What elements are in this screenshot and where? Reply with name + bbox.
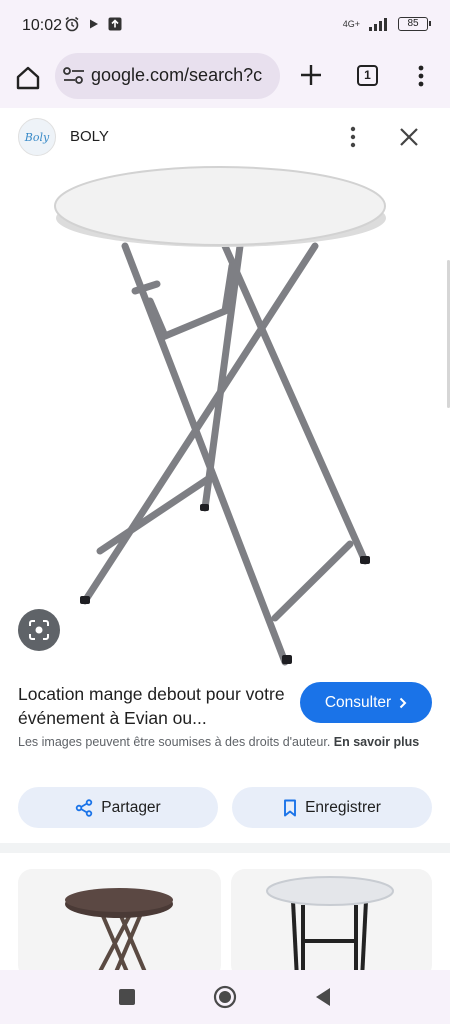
alarm-icon: [65, 16, 79, 32]
source-logo-text: Boly: [24, 130, 50, 144]
copyright-notice: Les images peuvent être soumises à des d…: [18, 733, 430, 751]
share-icon: [76, 798, 93, 817]
consult-button[interactable]: Consulter: [300, 682, 432, 723]
image-viewer-header: Boly BOLY: [0, 108, 450, 166]
bookmark-icon: [284, 799, 297, 816]
product-image[interactable]: [0, 166, 450, 672]
save-button[interactable]: Enregistrer: [232, 787, 432, 828]
more-vert-icon[interactable]: [345, 125, 361, 149]
more-vert-icon[interactable]: [413, 64, 429, 88]
network-type: 4G+: [342, 18, 360, 29]
section-divider: [0, 843, 450, 853]
lens-icon: [29, 620, 49, 640]
close-icon[interactable]: [397, 125, 421, 149]
table-illustration: [54, 166, 386, 666]
status-bar: 10:02 4G+ 85: [0, 0, 450, 52]
save-label: Enregistrer: [305, 798, 381, 816]
tabs-icon[interactable]: 1: [357, 65, 378, 86]
source-name[interactable]: BOLY: [70, 128, 109, 145]
source-logo[interactable]: Boly: [18, 118, 56, 156]
related-table-image: [65, 888, 173, 979]
copyright-text: Les images peuvent être soumises à des d…: [18, 735, 331, 749]
share-label: Partager: [101, 798, 161, 816]
system-nav-bar: [0, 970, 450, 1024]
consult-label: Consulter: [324, 693, 392, 711]
recents-icon[interactable]: [119, 989, 135, 1005]
battery-level: 85: [407, 18, 419, 29]
tab-count: 1: [364, 68, 371, 82]
status-time: 10:02: [22, 17, 63, 34]
play-icon: [90, 19, 98, 29]
related-image-card[interactable]: [231, 869, 432, 979]
chevron-right-icon: [399, 697, 407, 708]
related-image-card[interactable]: [18, 869, 221, 979]
home-icon[interactable]: [14, 64, 42, 92]
signal-icon: [369, 18, 387, 31]
related-table-image: [266, 876, 394, 979]
browser-toolbar: google.com/search?c 1: [0, 52, 450, 108]
learn-more-link[interactable]: En savoir plus: [334, 735, 419, 749]
share-button[interactable]: Partager: [18, 787, 218, 828]
tune-icon[interactable]: [63, 67, 85, 85]
upload-icon: [108, 17, 122, 31]
plus-icon[interactable]: [298, 62, 324, 88]
url-text: google.com/search?c: [91, 65, 263, 85]
status-system-icons: 4G+ 85: [342, 17, 431, 31]
result-title[interactable]: Location mange debout pour votre événeme…: [18, 682, 288, 730]
address-bar[interactable]: google.com/search?c: [55, 53, 280, 99]
lens-button[interactable]: [18, 609, 60, 651]
back-icon[interactable]: [314, 987, 332, 1007]
status-notification-icons: [64, 16, 122, 32]
nav-home-icon[interactable]: [213, 985, 237, 1009]
battery-icon: 85: [398, 17, 431, 31]
